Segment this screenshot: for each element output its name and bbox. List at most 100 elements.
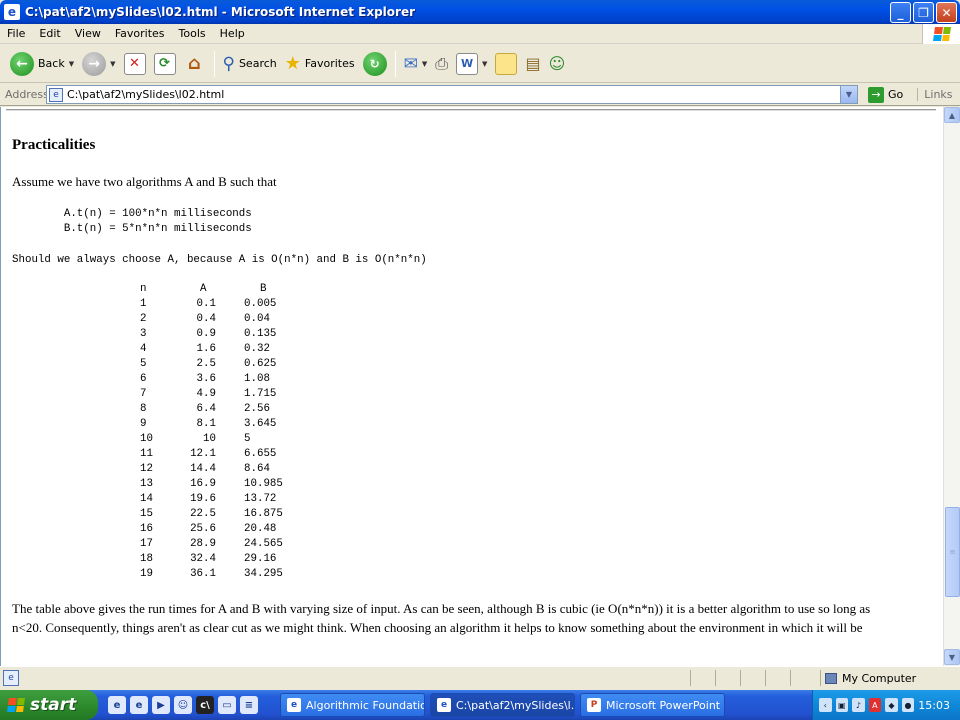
print-icon: ⎙ bbox=[435, 53, 449, 73]
volume-icon[interactable]: ♪ bbox=[852, 698, 865, 712]
back-button[interactable]: ← Back ▼ bbox=[6, 49, 78, 79]
search-icon: ⚲ bbox=[222, 53, 235, 74]
zone-label: My Computer bbox=[842, 671, 917, 685]
menu-file[interactable]: File bbox=[0, 27, 32, 40]
go-arrow-icon: → bbox=[868, 86, 884, 103]
table-cell: 1.715 bbox=[244, 388, 277, 400]
table-cell: 10 bbox=[203, 433, 216, 445]
research-icon: ▤ bbox=[525, 54, 541, 73]
search-button[interactable]: ⚲ Search bbox=[219, 49, 281, 79]
table-cell: 25.6 bbox=[190, 523, 216, 535]
table-header-cell: A bbox=[200, 283, 207, 295]
cmd-quicklaunch-icon[interactable]: c\ bbox=[196, 696, 214, 714]
refresh-icon: ⟳ bbox=[153, 52, 176, 75]
windows-logo-icon bbox=[7, 698, 25, 712]
scroll-thumb[interactable]: ≡ bbox=[945, 507, 960, 597]
taskbar-item-algorithmic[interactable]: e Algorithmic Foundatio... bbox=[280, 693, 425, 717]
table-cell: 0.04 bbox=[244, 313, 270, 325]
close-button[interactable]: ✕ bbox=[936, 2, 957, 23]
menu-favorites[interactable]: Favorites bbox=[108, 27, 172, 40]
table-cell: 8.1 bbox=[196, 418, 216, 430]
antivirus-icon[interactable]: ● bbox=[901, 698, 915, 712]
address-input[interactable]: e C:\pat\af2\mySlides\l02.html ▼ bbox=[46, 85, 858, 104]
history-button[interactable]: ↻ bbox=[359, 49, 391, 79]
title-bar[interactable]: e C:\pat\af2\mySlides\l02.html - Microso… bbox=[0, 0, 960, 24]
go-button[interactable]: → Go bbox=[862, 86, 909, 103]
table-header-cell: n bbox=[140, 283, 147, 295]
minimize-button[interactable]: _ bbox=[890, 2, 911, 23]
address-dropdown-icon[interactable]: ▼ bbox=[840, 86, 857, 103]
taskbar-item-ie[interactable]: e C:\pat\af2\mySlides\l... bbox=[430, 693, 575, 717]
print-button[interactable]: ⎙ bbox=[431, 49, 452, 79]
table-cell: 16 bbox=[140, 523, 153, 535]
browser-quicklaunch-icon[interactable]: e bbox=[130, 696, 148, 714]
table-cell: 19 bbox=[140, 568, 153, 580]
status-divider bbox=[740, 670, 741, 686]
links-button[interactable]: Links bbox=[917, 88, 953, 101]
home-button[interactable]: ⌂ bbox=[180, 49, 210, 79]
table-cell: 10 bbox=[140, 433, 153, 445]
search-label: Search bbox=[238, 57, 277, 70]
scroll-down-button[interactable]: ▼ bbox=[944, 649, 960, 665]
discuss-button[interactable] bbox=[491, 49, 521, 79]
messenger-quicklaunch-icon[interactable]: ☺ bbox=[174, 696, 192, 714]
messenger-button[interactable]: ☺ bbox=[545, 49, 570, 79]
table-cell: 3 bbox=[140, 328, 147, 340]
forward-dropdown-icon[interactable]: ▼ bbox=[110, 60, 115, 68]
discuss-icon bbox=[495, 52, 518, 75]
ie-icon: e bbox=[437, 698, 451, 712]
edit-button[interactable]: W ▼ bbox=[452, 49, 491, 79]
table-cell: 17 bbox=[140, 538, 153, 550]
table-cell: 14.4 bbox=[190, 463, 216, 475]
vertical-scrollbar[interactable]: ▲ ≡ ▼ bbox=[943, 107, 960, 666]
ie-icon: e bbox=[4, 4, 20, 20]
menu-edit[interactable]: Edit bbox=[32, 27, 67, 40]
start-button[interactable]: start bbox=[0, 690, 98, 720]
table-cell: 8.64 bbox=[244, 463, 270, 475]
table-cell: 9 bbox=[140, 418, 147, 430]
security-icon[interactable]: ◆ bbox=[885, 698, 898, 712]
windows-logo-icon bbox=[922, 24, 960, 44]
research-button[interactable]: ▤ bbox=[521, 49, 544, 79]
refresh-button[interactable]: ⟳ bbox=[150, 49, 180, 79]
notepad-quicklaunch-icon[interactable]: ≡ bbox=[240, 696, 258, 714]
tray-arrow-icon[interactable]: ‹ bbox=[819, 698, 832, 712]
maximize-button[interactable]: ❐ bbox=[913, 2, 934, 23]
ie-quicklaunch-icon[interactable]: e bbox=[108, 696, 126, 714]
table-header-cell: B bbox=[260, 283, 267, 295]
table-cell: 13 bbox=[140, 478, 153, 490]
conclusion-line-1: The table above gives the run times for … bbox=[12, 601, 871, 616]
scroll-up-button[interactable]: ▲ bbox=[944, 107, 960, 123]
favorites-button[interactable]: ★ Favorites bbox=[281, 49, 359, 79]
conclusion-line-2: n<20. Consequently, things aren't as cle… bbox=[12, 620, 863, 635]
clock: 15:03 bbox=[918, 698, 950, 712]
menu-view[interactable]: View bbox=[68, 27, 108, 40]
table-cell: 1 bbox=[140, 298, 147, 310]
toolbar-separator bbox=[213, 50, 215, 77]
stop-button[interactable]: ✕ bbox=[120, 49, 150, 79]
table-cell: 5 bbox=[140, 358, 147, 370]
table-cell: 2 bbox=[140, 313, 147, 325]
edit-dropdown-icon[interactable]: ▼ bbox=[482, 60, 487, 68]
back-label: Back bbox=[38, 57, 65, 70]
page-status-icon: e bbox=[3, 669, 19, 686]
ati-icon[interactable]: A bbox=[868, 698, 882, 712]
task-label: C:\pat\af2\mySlides\l... bbox=[456, 698, 575, 712]
taskbar-item-powerpoint[interactable]: P Microsoft PowerPoint ... bbox=[580, 693, 725, 717]
network-icon[interactable]: ▣ bbox=[835, 698, 849, 712]
mail-dropdown-icon[interactable]: ▼ bbox=[422, 60, 427, 68]
folder-quicklaunch-icon[interactable]: ▭ bbox=[218, 696, 236, 714]
table-cell: 19.6 bbox=[190, 493, 216, 505]
quick-launch: e e ▶ ☺ c\ ▭ ≡ bbox=[108, 696, 258, 714]
menu-tools[interactable]: Tools bbox=[172, 27, 213, 40]
media-quicklaunch-icon[interactable]: ▶ bbox=[152, 696, 170, 714]
menu-help[interactable]: Help bbox=[213, 27, 252, 40]
table-cell: 28.9 bbox=[190, 538, 216, 550]
table-cell: 1.08 bbox=[244, 373, 270, 385]
star-icon: ★ bbox=[284, 53, 301, 74]
messenger-icon: ☺ bbox=[548, 54, 566, 73]
forward-button[interactable]: → ▼ bbox=[78, 49, 119, 79]
mail-button[interactable]: ✉ ▼ bbox=[400, 49, 432, 79]
forward-arrow-icon: → bbox=[82, 51, 107, 76]
back-dropdown-icon[interactable]: ▼ bbox=[69, 60, 74, 68]
